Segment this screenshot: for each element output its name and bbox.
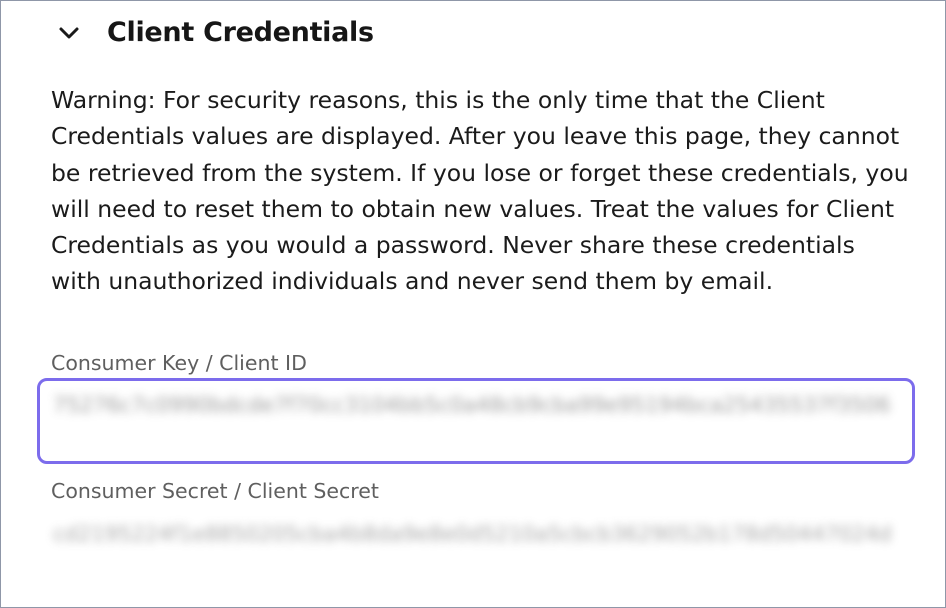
section-title: Client Credentials (107, 17, 374, 48)
consumer-secret-value[interactable]: cd2195224f1e8850205cba4b8da9e8e0d5210a5c… (53, 517, 903, 552)
security-warning-text: Warning: For security reasons, this is t… (51, 86, 909, 296)
consumer-key-value[interactable]: 75276c7c0990bdcde7f70cc3104bb5c0a48cb9cb… (53, 388, 903, 423)
consumer-secret-label: Consumer Secret / Client Secret (51, 479, 379, 503)
section-header[interactable]: Client Credentials (57, 17, 374, 48)
credentials-panel: Client Credentials Warning: For security… (0, 0, 946, 608)
consumer-key-label: Consumer Key / Client ID (51, 351, 307, 375)
chevron-down-icon[interactable] (57, 21, 81, 45)
